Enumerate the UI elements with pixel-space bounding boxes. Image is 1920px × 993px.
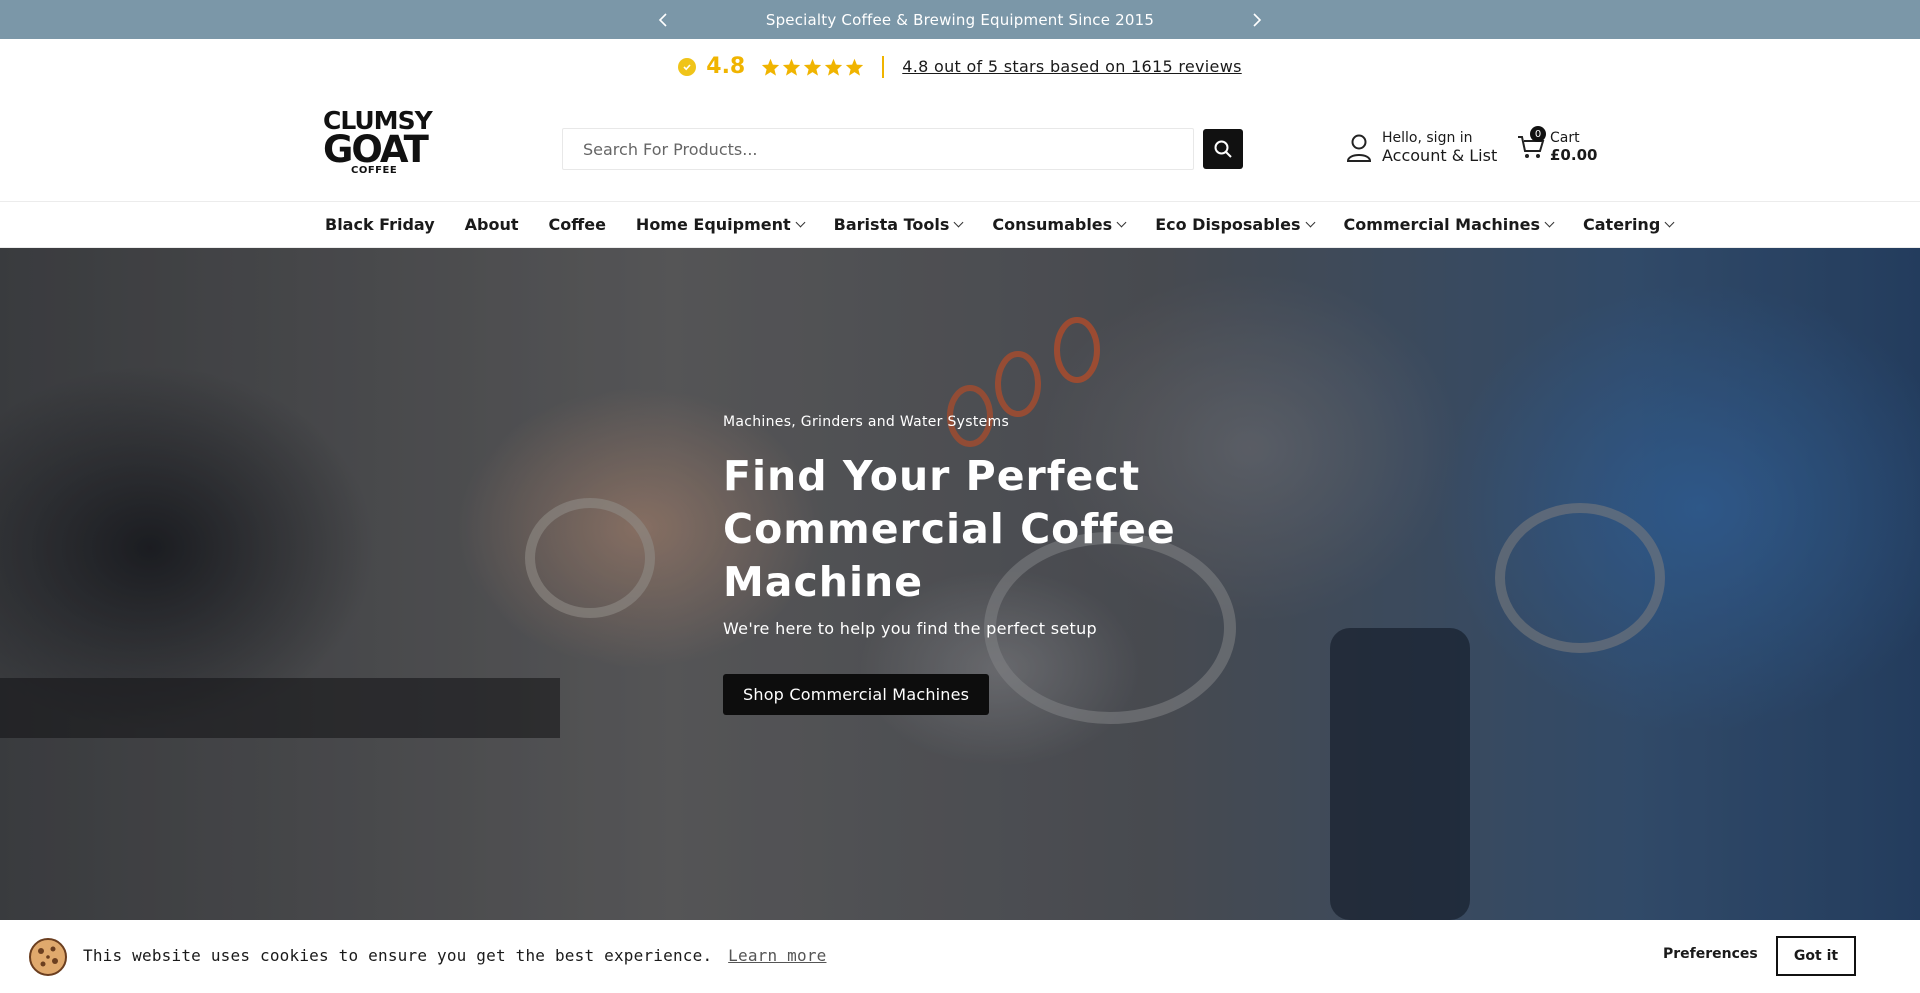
- reviews-link[interactable]: 4.8 out of 5 stars based on 1615 reviews: [902, 57, 1241, 76]
- chevron-left-icon: [658, 12, 667, 27]
- logo-line-2: GOAT: [323, 127, 429, 171]
- cookie-icon: [29, 938, 67, 976]
- search-icon: [1214, 140, 1232, 158]
- site-header: CLUMSY GOAT COFFEE Hello, sign in Accoun…: [0, 94, 1920, 202]
- nav-item-label: Barista Tools: [833, 215, 950, 234]
- nav-item-label: Coffee: [548, 215, 606, 234]
- nav-item-label: Eco Disposables: [1155, 215, 1301, 234]
- star-icon: [804, 58, 822, 76]
- account-label: Account & List: [1382, 146, 1498, 165]
- star-icon: [762, 58, 780, 76]
- cookie-message: This website uses cookies to ensure you …: [83, 946, 826, 965]
- hero-subtitle: We're here to help you find the perfect …: [723, 619, 1097, 638]
- nav-item-about[interactable]: About: [465, 215, 519, 234]
- main-nav: Black Friday About Coffee Home Equipment…: [0, 202, 1920, 248]
- cookie-accept-button[interactable]: Got it: [1776, 936, 1856, 976]
- nav-item-commercial-machines[interactable]: Commercial Machines: [1343, 215, 1555, 234]
- star-icon: [846, 58, 864, 76]
- chevron-down-icon: [1305, 217, 1315, 228]
- search-box: [562, 128, 1194, 170]
- announcement-text: Specialty Coffee & Brewing Equipment Sin…: [765, 10, 1155, 29]
- chevron-down-icon: [1664, 217, 1675, 228]
- announcement-next-button[interactable]: [1242, 0, 1272, 39]
- cookie-message-text: This website uses cookies to ensure you …: [83, 946, 713, 965]
- account-greeting: Hello, sign in: [1382, 130, 1473, 146]
- reviews-bar: 4.8 4.8 out of 5 stars based on 1615 rev…: [0, 39, 1920, 94]
- search-input[interactable]: [583, 139, 1193, 159]
- hero-content: Machines, Grinders and Water Systems Fin…: [723, 414, 1243, 715]
- nav-item-consumables[interactable]: Consumables: [992, 215, 1127, 234]
- nav-item-catering[interactable]: Catering: [1583, 215, 1675, 234]
- shop-commercial-machines-button[interactable]: Shop Commercial Machines: [723, 674, 990, 715]
- nav-item-eco-disposables[interactable]: Eco Disposables: [1155, 215, 1315, 234]
- hero-title: Find Your Perfect Commercial Coffee Mach…: [723, 452, 1176, 606]
- cart-count-badge: 0: [1530, 126, 1546, 142]
- nav-item-label: Catering: [1583, 215, 1661, 234]
- announcement-prev-button[interactable]: [648, 0, 678, 39]
- nav-item-label: Home Equipment: [635, 215, 791, 234]
- cart-total: £0.00: [1550, 146, 1598, 164]
- cart-link[interactable]: 0 Cart £0.00: [1516, 126, 1598, 164]
- nav-item-label: Consumables: [992, 215, 1113, 234]
- user-icon: [1346, 134, 1372, 162]
- verified-badge-icon: [678, 57, 697, 76]
- star-icon: [825, 58, 843, 76]
- announcement-bar: Specialty Coffee & Brewing Equipment Sin…: [0, 0, 1920, 39]
- star-rating: [761, 58, 864, 76]
- reviews-divider: [882, 55, 885, 78]
- hero-banner: Machines, Grinders and Water Systems Fin…: [0, 248, 1920, 920]
- nav-item-home-equipment[interactable]: Home Equipment: [635, 215, 806, 234]
- account-link[interactable]: Hello, sign in Account & List: [1346, 130, 1497, 165]
- cart-label: Cart: [1550, 130, 1580, 146]
- chevron-down-icon: [795, 217, 806, 228]
- chevron-down-icon: [1116, 217, 1127, 228]
- nav-item-label: About: [464, 215, 519, 234]
- nav-item-barista-tools[interactable]: Barista Tools: [833, 215, 964, 234]
- site-logo[interactable]: CLUMSY GOAT COFFEE: [323, 108, 433, 188]
- hero-eyebrow: Machines, Grinders and Water Systems: [723, 414, 1010, 430]
- nav-item-black-friday[interactable]: Black Friday: [325, 215, 435, 234]
- chevron-down-icon: [953, 217, 964, 228]
- star-icon: [783, 58, 801, 76]
- review-score: 4.8: [706, 54, 746, 79]
- nav-item-label: Commercial Machines: [1343, 215, 1541, 234]
- nav-item-coffee[interactable]: Coffee: [549, 215, 606, 234]
- nav-item-label: Black Friday: [325, 215, 435, 234]
- cookie-banner: This website uses cookies to ensure you …: [0, 920, 1920, 993]
- chevron-down-icon: [1544, 217, 1555, 228]
- search-button[interactable]: [1203, 129, 1243, 169]
- chevron-right-icon: [1253, 12, 1262, 27]
- cookie-preferences-button[interactable]: Preferences: [1663, 946, 1758, 962]
- cookie-learn-more-link[interactable]: Learn more: [728, 946, 826, 965]
